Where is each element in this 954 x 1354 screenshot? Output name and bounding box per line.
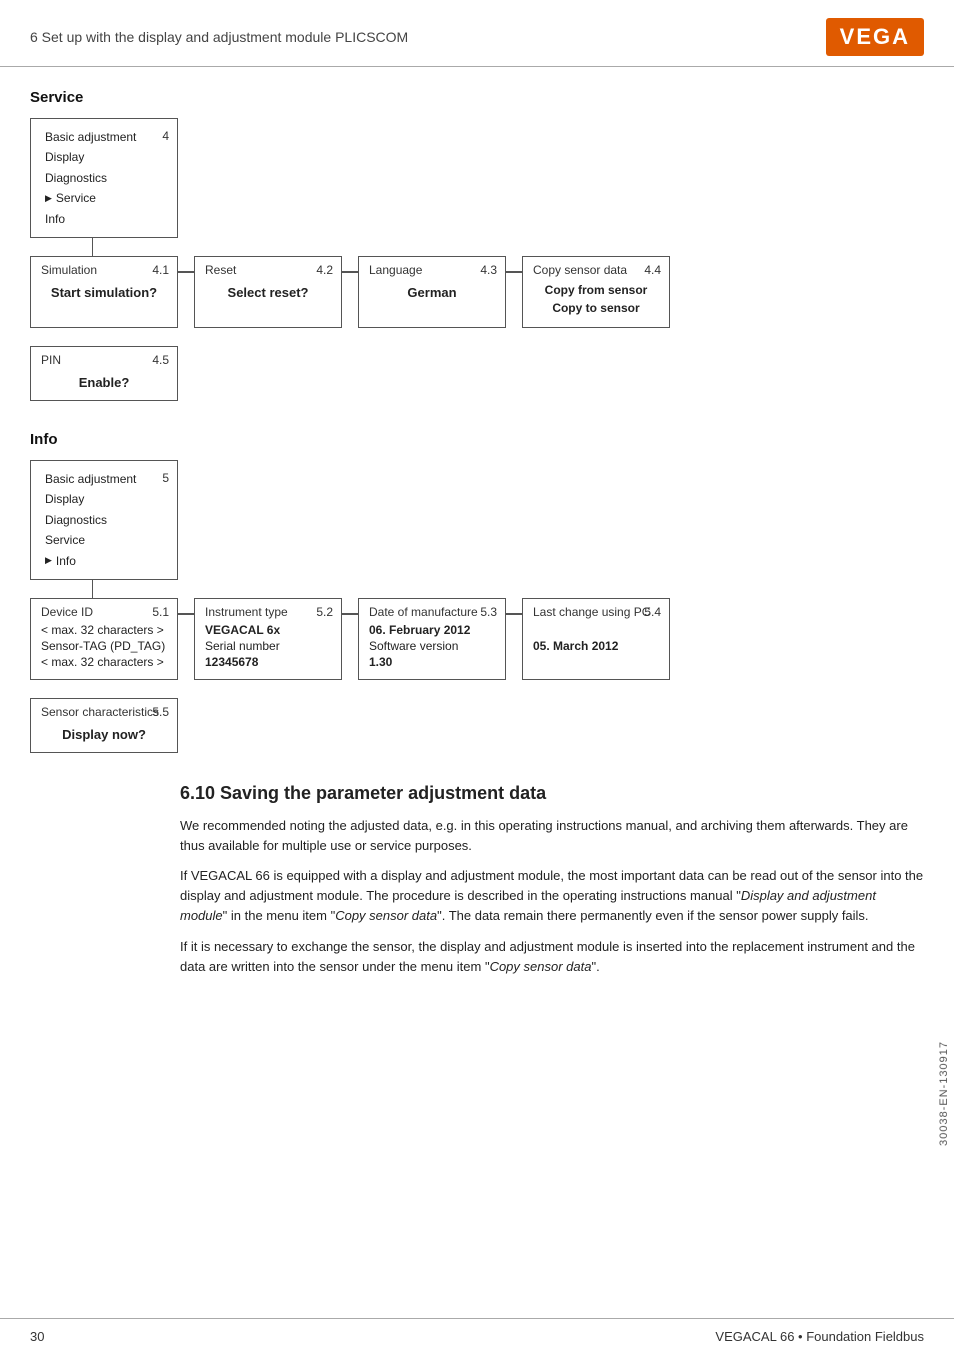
page-header: 6 Set up with the display and adjustment… bbox=[0, 0, 954, 67]
page-footer: 30 VEGACAL 66 • Foundation Fieldbus bbox=[0, 1318, 954, 1354]
info-sub-last-change: Last change using PC 5.4 05. March 2012 bbox=[522, 598, 670, 680]
info-section: 5 Basic adjustment Display Diagnostics S… bbox=[30, 460, 924, 753]
last-change-title: Last change using PC bbox=[533, 605, 659, 619]
instrument-type: VEGACAL 6x bbox=[205, 623, 331, 637]
info-sub-date: Date of manufacture 5.3 06. February 201… bbox=[358, 598, 506, 680]
logo-box: VEGA bbox=[826, 18, 924, 56]
instrument-serial-label: Serial number bbox=[205, 639, 331, 653]
info-menu-number: 5 bbox=[162, 468, 169, 488]
service-sub-copy: Copy sensor data 4.4 Copy from sensorCop… bbox=[522, 256, 670, 328]
pin-title: PIN bbox=[41, 353, 167, 367]
h-connector-2 bbox=[342, 271, 358, 273]
menu-item-basic: Basic adjustment bbox=[45, 127, 163, 147]
reset-content: Select reset? bbox=[205, 285, 331, 300]
service-sub-boxes-row2: PIN 4.5 Enable? bbox=[30, 346, 924, 401]
instrument-number: 5.2 bbox=[316, 605, 333, 619]
info-section-title: Info bbox=[30, 431, 924, 448]
service-sub-boxes-row1: Simulation 4.1 Start simulation? Reset 4… bbox=[30, 256, 924, 328]
section-6-10: 6.10 Saving the parameter adjustment dat… bbox=[180, 783, 924, 977]
pin-content: Enable? bbox=[41, 375, 167, 390]
sensor-chars-content: Display now? bbox=[41, 727, 167, 742]
service-sub-reset: Reset 4.2 Select reset? bbox=[194, 256, 342, 328]
info-menu-item-display: Display bbox=[45, 489, 163, 509]
service-menu-box: 4 Basic adjustment Display Diagnostics S… bbox=[30, 118, 178, 238]
info-h-connector-1 bbox=[178, 613, 194, 615]
simulation-content: Start simulation? bbox=[41, 285, 167, 300]
service-v-line bbox=[92, 238, 93, 256]
info-sub-sensor-chars: Sensor characteristics 5.5 Display now? bbox=[30, 698, 178, 753]
service-menu-wrap: 4 Basic adjustment Display Diagnostics S… bbox=[30, 118, 924, 256]
info-menu-box: 5 Basic adjustment Display Diagnostics S… bbox=[30, 460, 178, 580]
info-sub-boxes-row2: Sensor characteristics 5.5 Display now? bbox=[30, 698, 924, 753]
header-title: 6 Set up with the display and adjustment… bbox=[30, 29, 408, 45]
simulation-title: Simulation bbox=[41, 263, 167, 277]
para-2: If VEGACAL 66 is equipped with a display… bbox=[180, 866, 924, 926]
reset-title: Reset bbox=[205, 263, 331, 277]
info-menu-item-info-active: Info bbox=[45, 551, 163, 571]
page-number: 30 bbox=[30, 1329, 44, 1344]
language-content: German bbox=[369, 285, 495, 300]
service-section: 4 Basic adjustment Display Diagnostics S… bbox=[30, 118, 924, 401]
copy-content: Copy from sensorCopy to sensor bbox=[533, 281, 659, 317]
language-number: 4.3 bbox=[480, 263, 497, 277]
instrument-serial-value: 12345678 bbox=[205, 655, 331, 669]
copy-number: 4.4 bbox=[644, 263, 661, 277]
simulation-number: 4.1 bbox=[152, 263, 169, 277]
info-menu-item-basic: Basic adjustment bbox=[45, 469, 163, 489]
service-sub-language: Language 4.3 German bbox=[358, 256, 506, 328]
menu-item-info: Info bbox=[45, 209, 163, 229]
date-title: Date of manufacture bbox=[369, 605, 495, 619]
info-v-line bbox=[92, 580, 93, 598]
para-1: We recommended noting the adjusted data,… bbox=[180, 816, 924, 856]
info-sub-instrument: Instrument type 5.2 VEGACAL 6x Serial nu… bbox=[194, 598, 342, 680]
device-id-row3: < max. 32 characters > bbox=[41, 655, 167, 669]
copy-title: Copy sensor data bbox=[533, 263, 659, 277]
para-3: If it is necessary to exchange the senso… bbox=[180, 937, 924, 977]
instrument-title: Instrument type bbox=[205, 605, 331, 619]
service-menu-number: 4 bbox=[162, 126, 169, 146]
info-menu-item-diagnostics: Diagnostics bbox=[45, 510, 163, 530]
pin-number: 4.5 bbox=[152, 353, 169, 367]
info-sub-device-id: Device ID 5.1 < max. 32 characters > Sen… bbox=[30, 598, 178, 680]
software-version-value: 1.30 bbox=[369, 655, 495, 669]
last-change-spacer bbox=[533, 623, 659, 637]
language-title: Language bbox=[369, 263, 495, 277]
sensor-chars-title: Sensor characteristics bbox=[41, 705, 167, 719]
last-change-number: 5.4 bbox=[644, 605, 661, 619]
info-sub-boxes-row1: Device ID 5.1 < max. 32 characters > Sen… bbox=[30, 598, 924, 680]
footer-product: VEGACAL 66 • Foundation Fieldbus bbox=[715, 1329, 924, 1344]
section-6-10-heading: 6.10 Saving the parameter adjustment dat… bbox=[180, 783, 924, 804]
date-value: 06. February 2012 bbox=[369, 623, 495, 637]
service-sub-simulation: Simulation 4.1 Start simulation? bbox=[30, 256, 178, 328]
h-connector-1 bbox=[178, 271, 194, 273]
info-h-connector-2 bbox=[342, 613, 358, 615]
service-sub-pin: PIN 4.5 Enable? bbox=[30, 346, 178, 401]
info-h-connector-3 bbox=[506, 613, 522, 615]
info-menu-item-service: Service bbox=[45, 530, 163, 550]
software-version-label: Software version bbox=[369, 639, 495, 653]
date-number: 5.3 bbox=[480, 605, 497, 619]
last-change-value: 05. March 2012 bbox=[533, 639, 659, 653]
menu-item-diagnostics: Diagnostics bbox=[45, 168, 163, 188]
reset-number: 4.2 bbox=[316, 263, 333, 277]
menu-item-display: Display bbox=[45, 147, 163, 167]
device-id-row2: Sensor-TAG (PD_TAG) bbox=[41, 639, 167, 653]
side-doc-label: 30038-EN-130917 bbox=[934, 1033, 954, 1154]
device-id-row1: < max. 32 characters > bbox=[41, 623, 167, 637]
device-id-title: Device ID bbox=[41, 605, 167, 619]
device-id-number: 5.1 bbox=[152, 605, 169, 619]
menu-item-service-active: Service bbox=[45, 188, 163, 208]
info-menu-wrap: 5 Basic adjustment Display Diagnostics S… bbox=[30, 460, 924, 598]
logo: VEGA bbox=[826, 18, 924, 56]
service-section-title: Service bbox=[30, 89, 924, 106]
sensor-chars-number: 5.5 bbox=[152, 705, 169, 719]
h-connector-3 bbox=[506, 271, 522, 273]
